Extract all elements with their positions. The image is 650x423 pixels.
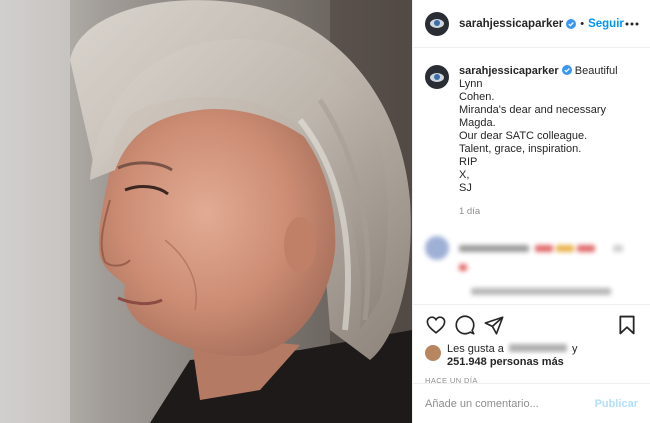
comment-bubble-icon bbox=[455, 315, 475, 335]
bookmark-icon bbox=[619, 315, 635, 335]
author-username[interactable]: sarahjessicaparker bbox=[459, 18, 563, 30]
caption-author-avatar[interactable] bbox=[425, 65, 449, 89]
heart-icon bbox=[426, 316, 446, 334]
obscured-text bbox=[471, 288, 611, 295]
like-button[interactable] bbox=[425, 314, 447, 336]
likes-count[interactable]: 251.948 personas más bbox=[447, 356, 564, 368]
save-button[interactable] bbox=[616, 314, 638, 336]
obscured-emoji bbox=[577, 244, 595, 252]
obscured-text bbox=[459, 244, 529, 252]
caption-line: Magda. bbox=[459, 117, 496, 129]
comment-input[interactable] bbox=[425, 397, 595, 410]
avatar-eye-image bbox=[430, 72, 444, 82]
portrait-image bbox=[0, 0, 412, 423]
instagram-post: sarahjessicaparker • Seguir sarahjessica… bbox=[0, 0, 650, 423]
add-comment-bar: Publicar bbox=[413, 383, 650, 423]
obscured-text bbox=[459, 264, 467, 271]
likes-text: Les gusta a y 251.948 personas más bbox=[447, 343, 578, 369]
likes-prefix: Les gusta a bbox=[447, 343, 504, 355]
obscured-emoji bbox=[556, 244, 574, 252]
caption-line: Miranda's dear and necessary bbox=[459, 104, 607, 116]
obscured-liker-name bbox=[508, 344, 567, 352]
caption-line: SJ bbox=[459, 182, 472, 194]
post-actions: Les gusta a y 251.948 personas más Hace … bbox=[413, 304, 650, 385]
follow-button[interactable]: Seguir bbox=[588, 18, 624, 30]
more-options-button[interactable] bbox=[624, 16, 640, 32]
share-button[interactable] bbox=[483, 314, 505, 336]
ellipsis-icon bbox=[625, 22, 639, 25]
liker-avatar[interactable] bbox=[425, 345, 441, 361]
publish-button[interactable]: Publicar bbox=[595, 398, 638, 410]
caption-line: X, bbox=[459, 169, 470, 181]
obscured-emoji bbox=[535, 244, 553, 252]
author-avatar[interactable] bbox=[425, 11, 449, 36]
comments-section: sarahjessicaparker Beautiful Lynn Cohen.… bbox=[413, 49, 650, 304]
header-separator: • bbox=[580, 17, 585, 30]
avatar-eye-image bbox=[430, 19, 444, 28]
paper-plane-icon bbox=[484, 315, 504, 335]
post-side-panel: sarahjessicaparker • Seguir sarahjessica… bbox=[412, 0, 650, 423]
caption-line: Our dear SATC colleague. bbox=[459, 130, 588, 142]
verified-badge-icon bbox=[566, 18, 577, 29]
post-photo[interactable] bbox=[0, 0, 412, 423]
likes-connector: y bbox=[572, 343, 578, 355]
caption-text: sarahjessicaparker Beautiful Lynn Cohen.… bbox=[459, 65, 637, 218]
caption-first-line: sarahjessicaparker Beautiful Lynn bbox=[459, 65, 637, 91]
caption-line: Cohen. bbox=[459, 91, 495, 103]
obscured-comment-line bbox=[471, 286, 638, 298]
caption-username[interactable]: sarahjessicaparker bbox=[459, 65, 559, 77]
caption-line: Talent, grace, inspiration. bbox=[459, 143, 582, 155]
obscured-comment-line bbox=[459, 262, 638, 274]
likes-summary: Les gusta a y 251.948 personas más bbox=[425, 343, 638, 369]
verified-badge-icon bbox=[561, 65, 572, 75]
action-icons bbox=[425, 313, 638, 337]
post-header: sarahjessicaparker • Seguir bbox=[413, 0, 650, 48]
caption-line: RIP bbox=[459, 156, 478, 168]
obscured-text bbox=[613, 244, 623, 252]
comment-button[interactable] bbox=[454, 314, 476, 336]
caption-time[interactable]: 1 día bbox=[459, 205, 637, 218]
obscured-comment bbox=[425, 236, 638, 260]
obscured-avatar bbox=[425, 236, 449, 260]
caption: sarahjessicaparker Beautiful Lynn Cohen.… bbox=[425, 65, 638, 218]
